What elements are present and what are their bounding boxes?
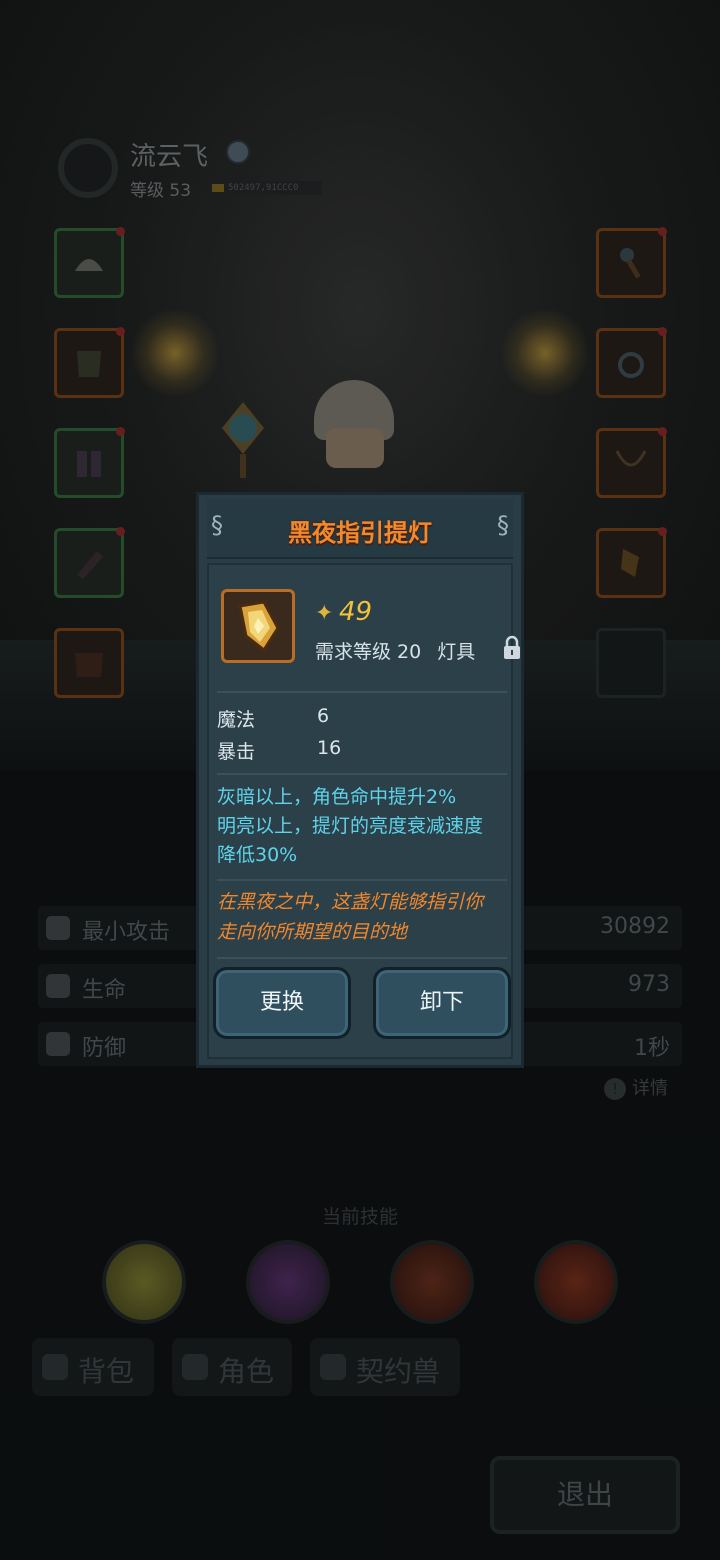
attr-value: 16 xyxy=(317,737,342,759)
lock-icon[interactable] xyxy=(503,635,521,661)
requirement-line: 需求等级 20 灯具 xyxy=(315,637,475,664)
divider xyxy=(217,773,507,775)
effect-line: 降低30% xyxy=(217,844,298,866)
attr-value: 6 xyxy=(317,705,330,727)
scroll-ornament-icon: § xyxy=(497,511,509,539)
power-icon: ✦ xyxy=(315,601,334,626)
lore-line: 在黑夜之中，这盏灯能够指引你 xyxy=(217,891,484,913)
effect-line: 灰暗以上，角色命中提升2% xyxy=(217,786,457,808)
attr-label: 暴击 xyxy=(217,741,256,763)
lamp-icon xyxy=(238,600,280,653)
item-type: 灯具 xyxy=(437,641,476,663)
item-power: 49 xyxy=(339,597,373,627)
dialog-body: ✦ 49 需求等级 20 灯具 魔法 6 暴击 16 灰暗以上，角色命中提升2% … xyxy=(207,563,520,1059)
replace-button[interactable]: 更换 xyxy=(213,967,351,1039)
item-detail-dialog: § 黑夜指引提灯 § ✦ 49 需求等级 20 灯具 魔法 6 暴击 16 灰暗以… xyxy=(196,492,524,1068)
divider xyxy=(217,879,507,881)
attr-label: 魔法 xyxy=(217,709,256,731)
divider xyxy=(217,691,507,693)
item-icon xyxy=(221,589,295,663)
level-requirement: 需求等级 20 xyxy=(315,641,422,663)
divider xyxy=(217,957,507,959)
effect-line: 明亮以上，提灯的亮度衰减速度 xyxy=(217,815,484,837)
lore-line: 走向你所期望的目的地 xyxy=(217,921,408,943)
unequip-button[interactable]: 卸下 xyxy=(373,967,511,1039)
item-title: 黑夜指引提灯 xyxy=(288,519,432,547)
dialog-header: § 黑夜指引提灯 § xyxy=(207,499,513,559)
